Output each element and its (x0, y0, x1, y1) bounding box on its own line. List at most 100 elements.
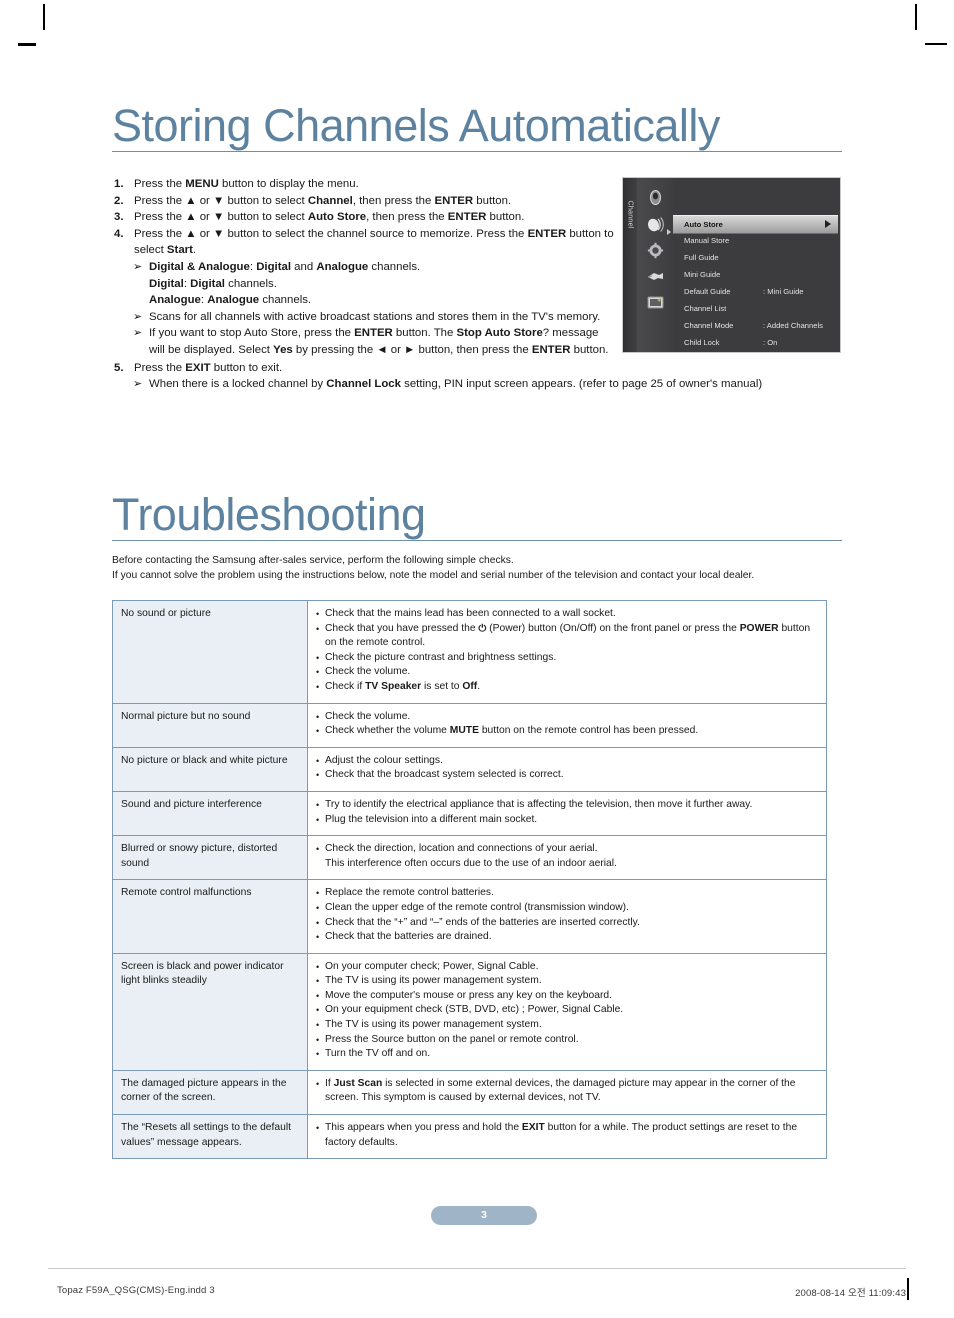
text-run: channels. (368, 260, 421, 273)
table-row: Screen is black and power indicator ligh… (112, 952, 827, 1071)
text-run: This appears when you press and hold the (325, 1122, 522, 1134)
text-run: Turn the TV off and on. (325, 1048, 431, 1060)
footer-timestamp: 2008-08-14 오전 11:09:43 (795, 1288, 906, 1299)
bullet-icon: • (316, 681, 320, 692)
support-icon (647, 296, 664, 309)
solution-text: Check that the mains lead has been conne… (325, 607, 818, 622)
input-icon (647, 273, 663, 280)
text-run: Check that the “+” and “–” ends of the b… (325, 916, 640, 928)
osd-item-label: Full Guide (684, 253, 719, 262)
bullet-icon: • (316, 917, 320, 928)
osd-menu-item-child-lock[interactable]: Child Lock: On (673, 334, 838, 351)
emphasis-text: Just Scan (333, 1077, 383, 1089)
note-arrow-icon: ➢ (133, 260, 143, 273)
emphasis-text: Channel (307, 194, 353, 207)
crop-mark-top-right-horizontal (925, 43, 947, 45)
crop-mark-top-right-vertical (915, 4, 917, 30)
text-run: Press the (134, 361, 186, 374)
text-run: (Power) button (On/Off) on the front pan… (486, 622, 740, 634)
picture-icon (650, 190, 661, 205)
tv-osd-menu-image: Channel Auto Store Manual Store Full Gui… (622, 177, 841, 353)
symptom-cell: Normal picture but no sound (112, 702, 308, 748)
page-title-storing: Storing Channels Automatically (112, 100, 720, 151)
table-row: Normal picture but no sound • Check the vo… (112, 702, 827, 748)
solution-cell: • Adjust the colour settings. • Check that … (307, 746, 827, 792)
text-run: Check if (325, 680, 366, 692)
osd-menu-item-default-guide[interactable]: Default Guide: Mini Guide (673, 283, 838, 300)
text-run: The TV is using its power management sys… (325, 1019, 542, 1031)
text-run: If (325, 1077, 334, 1089)
text-run: setting, PIN input screen appears. (refe… (400, 378, 763, 391)
text-run: Check that the broadcast system selected… (325, 769, 564, 781)
step-line: 5. Press the EXIT button to exit. (112, 360, 617, 377)
note-item: ➢ Digital & Analogue: Digital and Analogu… (133, 259, 617, 276)
text-run: Check that the batteries are drained. (325, 931, 492, 943)
note-text: Analogue: Analogue channels. (149, 292, 617, 309)
osd-item-label: Child Lock (684, 338, 720, 347)
bullet-icon: • (316, 799, 320, 810)
text-run: , then press the (352, 194, 435, 207)
solution-text: Check the volume. (325, 665, 818, 680)
solution-cell: • This appears when you press and hold th… (307, 1114, 827, 1160)
text-run: and (291, 260, 317, 273)
step-line: 3. Press the ▲ or ▼ button to select Auto… (112, 209, 617, 226)
emphasis-text: Analogue (316, 260, 369, 273)
emphasis-text: Channel Lock (326, 378, 401, 391)
bullet-icon: • (316, 932, 320, 943)
footer-divider (48, 1268, 906, 1269)
text-run: by pressing the ◄ or ► button, then pres… (292, 343, 532, 356)
osd-item-label: Mini Guide (684, 270, 721, 279)
osd-menu-item-mini-guide[interactable]: Mini Guide (673, 266, 838, 283)
emphasis-text: ENTER (531, 343, 571, 356)
solution-text: Check the direction, location and connec… (325, 842, 818, 857)
solution-text: On your equipment check (STB, DVD, etc) … (325, 1003, 818, 1018)
osd-menu-item-full-guide[interactable]: Full Guide (673, 249, 838, 266)
solution-text: Plug the television into a different mai… (325, 813, 818, 828)
solution-text: This appears when you press and hold the… (325, 1121, 818, 1150)
bullet-icon: • (316, 667, 320, 678)
osd-menu-item-channel-mode[interactable]: Channel Mode: Added Channels (673, 317, 838, 334)
bullet-icon: • (316, 1020, 320, 1031)
osd-menu-item-manual-store[interactable]: Manual Store (673, 232, 838, 249)
bullet-icon: • (316, 976, 320, 987)
emphasis-text: ENTER (354, 327, 393, 340)
text-run: Move the computer's mouse or press any k… (325, 989, 612, 1001)
solution-item: • The TV is using its power management sy… (316, 974, 818, 989)
solution-item: • Check that the broadcast system selecte… (316, 768, 818, 783)
solution-item: • On your computer check; Power, Signal C… (316, 960, 818, 975)
table-row: The damaged picture appears in the corne… (112, 1069, 827, 1116)
osd-tab-strip: Channel (623, 178, 637, 352)
table-row: No sound or picture • Check that the mains… (112, 600, 827, 704)
text-run: button. (486, 211, 525, 224)
osd-item-label: Manual Store (684, 236, 730, 245)
text-run: button on the remote control has been pr… (478, 725, 699, 737)
solution-text: Check that the broadcast system selected… (325, 768, 818, 783)
symptom-cell: No picture or black and white picture (112, 746, 308, 792)
solution-item: • Check the volume. (316, 665, 818, 680)
step-text: Press the ▲ or ▼ button to select Auto S… (134, 209, 617, 226)
text-run: Press the ▲ or ▼ button to select (134, 211, 308, 224)
solution-text: Check the volume. (325, 710, 818, 725)
bullet-icon: • (316, 1049, 320, 1060)
solution-item: • Turn the TV off and on. (316, 1047, 818, 1062)
bullet-icon: • (316, 814, 320, 825)
text-run: Scans for all channels with active broad… (149, 310, 601, 323)
bullet-icon: • (316, 726, 320, 737)
symptom-cell: Blurred or snowy picture, distorted soun… (112, 835, 308, 881)
step-1: 1. Press the MENU button to display the m… (112, 176, 617, 193)
emphasis-text: Stop Auto Store (456, 327, 543, 340)
step-line: 2. Press the ▲ or ▼ button to select Chan… (112, 193, 617, 210)
osd-menu-item-channel-list[interactable]: Channel List (673, 300, 838, 317)
crop-mark-bottom-right-vertical (907, 1278, 909, 1300)
text-run: Try to identify the electrical appliance… (325, 798, 753, 810)
text-run: Check the volume. (325, 666, 411, 678)
text-run: The TV is using its power management sys… (325, 975, 542, 987)
text-run: Clean the upper edge of the remote contr… (325, 901, 629, 913)
solution-item: • Check that the “+” and “–” ends of the … (316, 916, 818, 931)
bullet-icon: • (316, 623, 320, 634)
solution-item: • Check that the mains lead has been conn… (316, 607, 818, 622)
solution-cell: • Try to identify the electrical applianc… (307, 790, 827, 837)
solution-item: • The TV is using its power management sy… (316, 1018, 818, 1033)
text-run: If you want to stop Auto Store, press th… (149, 327, 355, 340)
bullet-icon: • (316, 961, 320, 972)
